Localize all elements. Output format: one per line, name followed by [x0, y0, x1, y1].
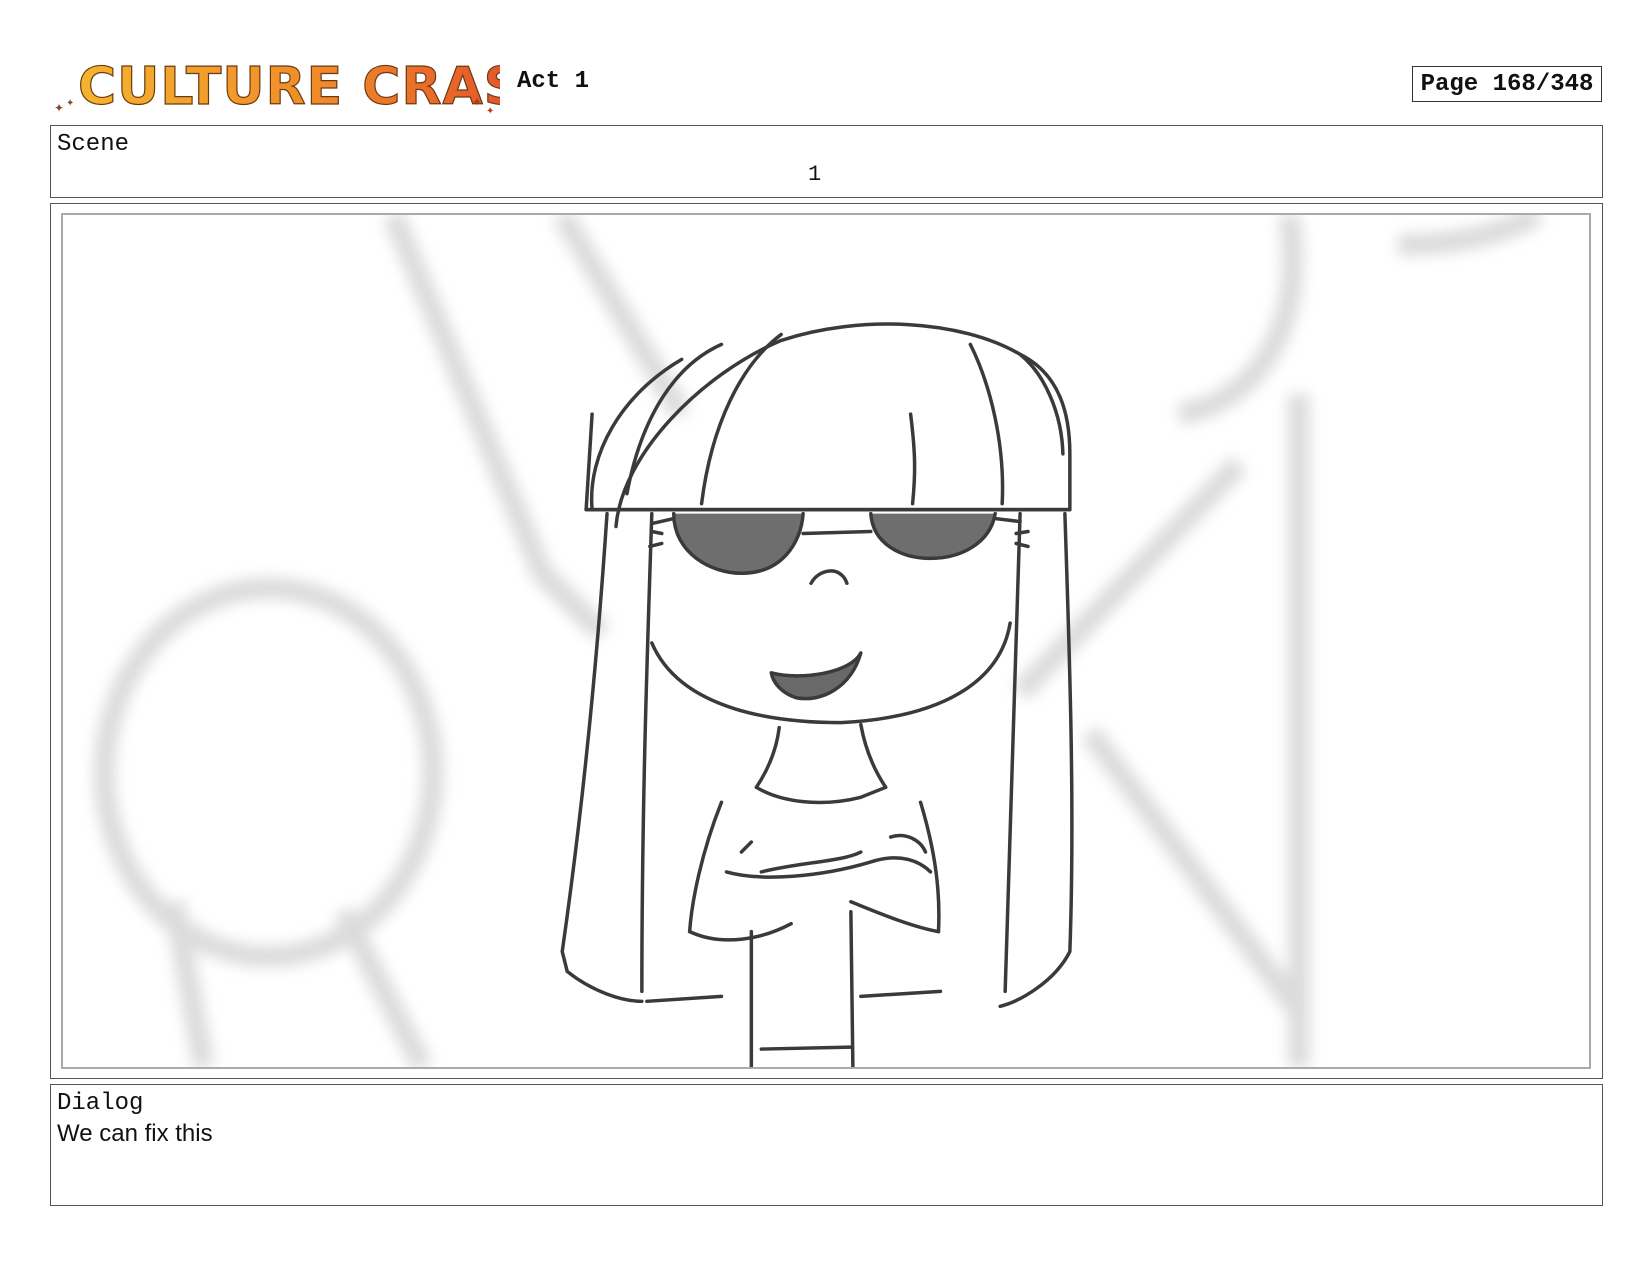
dialog-text: We can fix this [57, 1120, 213, 1147]
svg-text:✦: ✦ [54, 101, 64, 115]
scene-number: 1 [808, 162, 822, 187]
panel-sketch [93, 215, 1543, 1067]
scene-field: Scene 1 [50, 125, 1603, 198]
svg-text:CULTURE CRASH: CULTURE CRASH [78, 57, 500, 117]
dialog-label: Dialog [57, 1090, 144, 1117]
background-sketch [93, 215, 1543, 1067]
culture-crash-logo: CULTURE CRASH ✦ ✦ ✦ ✦ [52, 48, 500, 120]
storyboard-panel [50, 203, 1603, 1079]
logo-graphic: CULTURE CRASH ✦ ✦ ✦ ✦ [54, 56, 500, 117]
scene-label: Scene [57, 131, 130, 158]
svg-text:✦: ✦ [486, 106, 494, 117]
panel-frame [61, 213, 1591, 1069]
svg-text:✦: ✦ [66, 98, 74, 109]
page-counter: Page 168/348 [1412, 66, 1602, 102]
act-label: Act 1 [517, 68, 590, 95]
character-sketch [560, 322, 1074, 1067]
dialog-field: Dialog We can fix this [50, 1084, 1603, 1206]
svg-text:✦: ✦ [472, 95, 482, 109]
page-counter-text: Page 168/348 [1420, 70, 1594, 98]
